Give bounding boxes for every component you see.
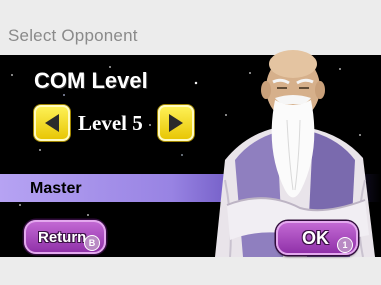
triangle-right-icon <box>169 114 183 132</box>
one-button-icon: 1 <box>337 237 353 253</box>
com-level-heading: COM Level <box>34 68 148 93</box>
triangle-left-icon <box>45 114 59 132</box>
b-button-icon: B <box>84 235 100 251</box>
level-decrease-button[interactable] <box>34 105 70 141</box>
return-button-label: Return <box>38 228 87 246</box>
level-value: Level 5 <box>78 111 143 135</box>
screen-title: Select Opponent <box>8 26 138 45</box>
ok-button-label: OK <box>302 227 329 248</box>
ok-button[interactable]: OK 1 <box>276 221 358 255</box>
rank-label: Master <box>30 180 82 197</box>
level-increase-button[interactable] <box>158 105 194 141</box>
return-button[interactable]: Return B <box>24 220 106 254</box>
